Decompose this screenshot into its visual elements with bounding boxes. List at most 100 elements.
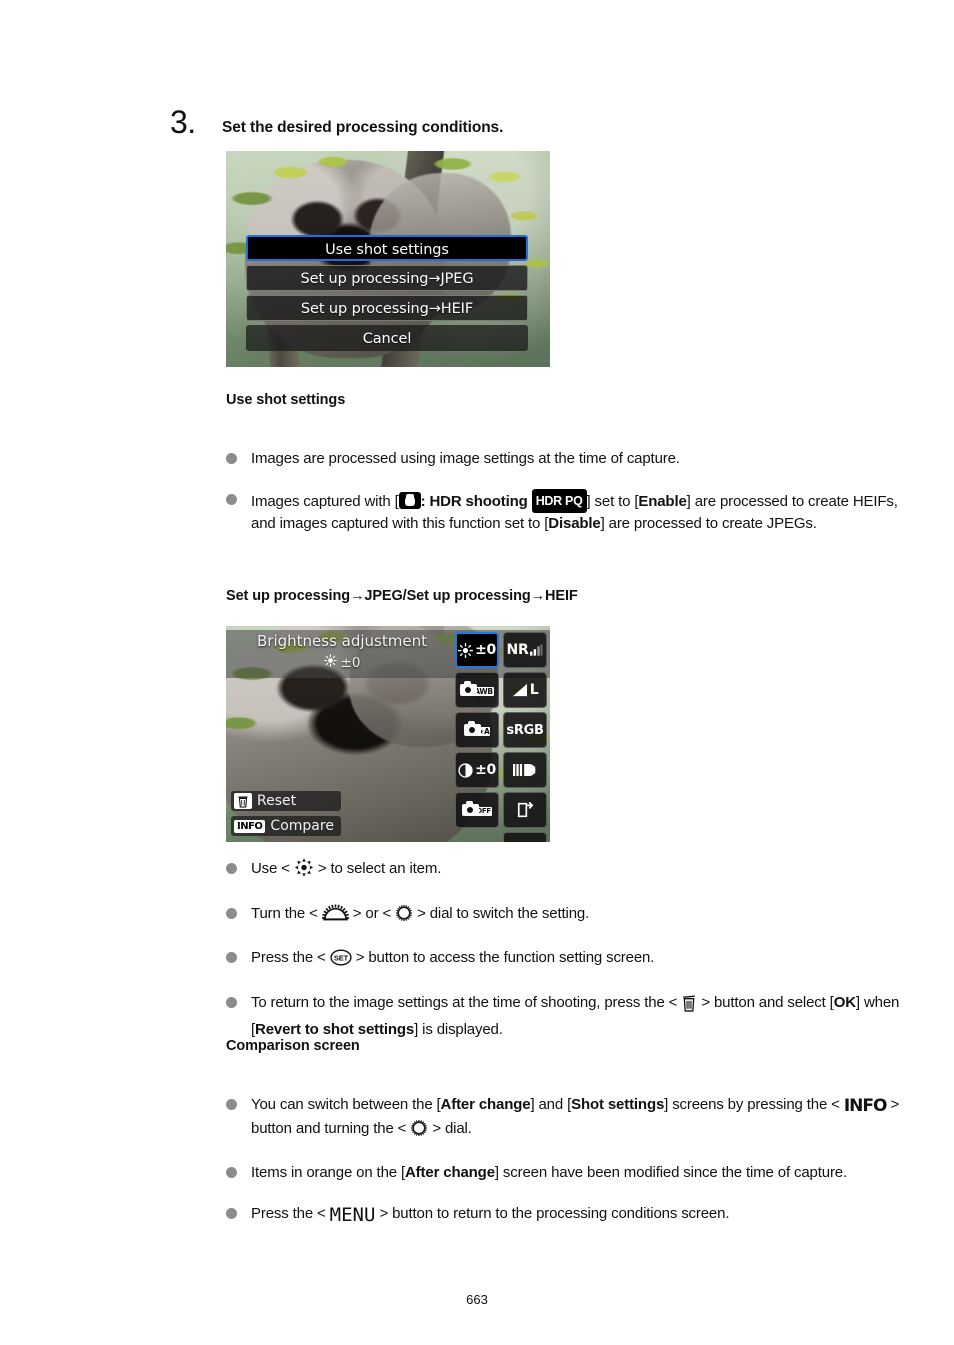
reset-label: Reset [257, 793, 297, 809]
qc-cell-picture-style[interactable]: ★A [455, 712, 499, 748]
bullet-text: Images are processed using image setting… [251, 450, 680, 467]
section-heading-use-shot-settings: Use shot settings [226, 392, 346, 408]
quick-control-title: Brightness adjustment [257, 632, 427, 650]
step-number: 3. [170, 104, 196, 140]
processing-conditions-menu[interactable]: Use shot settings Set up processing→JPEG S… [246, 235, 528, 355]
menu-item-set-up-processing-heif[interactable]: Set up processing→HEIF [246, 295, 528, 321]
info-button-icon: INFO [843, 1096, 888, 1116]
qc-cell-label: NR [506, 642, 529, 658]
hdr-pq-badge: HDR PQ [531, 488, 587, 513]
quick-control-footer: Reset INFO Compare [231, 791, 341, 836]
bullet-dot [226, 453, 237, 464]
bullet-text: Use < > to select an item. [251, 858, 441, 885]
compare-button[interactable]: INFO Compare [231, 816, 341, 836]
emphasis-text: Shot settings [571, 1096, 665, 1113]
bullet-item: Images are processed using image setting… [226, 448, 916, 471]
trash-icon [681, 994, 697, 1020]
quick-control-dial-icon [410, 1119, 428, 1145]
camera-screenshot-quick-control: Brightness adjustment ±0 🔍 ±0NRAWBL★AsRG… [226, 626, 550, 842]
quick-control-dial-icon [395, 904, 413, 930]
main-dial-icon [321, 903, 349, 930]
quick-control-grid[interactable]: ±0 NR AWB L ★A sRGB ±0 OFF [455, 632, 547, 842]
quick-control-value: ±0 [226, 654, 458, 671]
set-button-icon: SET [330, 949, 352, 974]
info-chip-icon: INFO [234, 819, 266, 833]
emphasis-text: Enable [638, 492, 687, 510]
save-icon [517, 802, 534, 818]
bullet-dot [226, 952, 237, 963]
svg-text:SET: SET [334, 954, 349, 963]
emphasis-text: After change [405, 1164, 495, 1181]
emphasis-text: Revert to shot settings [255, 1021, 415, 1038]
camera-screenshot-processing-menu: Use shot settings Set up processing→JPEG S… [226, 151, 550, 367]
quality-fine-large-icon: L [512, 682, 539, 698]
qc-cell-contrast[interactable]: ±0 [455, 752, 499, 788]
bullet-dot [226, 996, 237, 1008]
bullet-item: Images captured with [: HDR shooting HDR… [226, 488, 916, 536]
bullet-text: You can switch between the [After change… [251, 1094, 916, 1144]
bullet-text: Press the < SET > button to access the f… [251, 947, 654, 974]
manual-page: 3. Set the desired processing conditions… [0, 0, 954, 1345]
menu-item-use-shot-settings[interactable]: Use shot settings [246, 235, 528, 261]
qc-cell-lens-aberration-correction[interactable] [503, 752, 547, 788]
bullet-list-comparison-screen: You can switch between the [After change… [226, 1094, 916, 1244]
camera-picture-style-auto-icon: ★A [463, 721, 491, 736]
bullet-dot [226, 863, 237, 874]
emphasis-text: OK [833, 993, 856, 1011]
bullet-list-use-shot-settings: Images are processed using image setting… [226, 448, 916, 554]
emphasis-text: After change [440, 1096, 531, 1113]
qc-cell-dust-delete-data[interactable]: OFF [455, 792, 499, 828]
qc-cell-label: ±0 [475, 642, 496, 658]
bullet-text: Images captured with [: HDR shooting HDR… [251, 488, 916, 536]
bullet-item: Press the < SET > button to access the f… [226, 947, 916, 974]
camera-icon [398, 491, 421, 509]
qc-cell-white-balance[interactable]: AWB [455, 672, 499, 708]
section-heading-set-up-processing: Set up processing→JPEG/Set up processing… [226, 588, 578, 604]
qc-cell-label: ±0 [475, 762, 496, 778]
bullet-dot [226, 907, 237, 919]
qc-cell-label: sRGB [506, 722, 544, 738]
qc-cell-save-image[interactable] [503, 792, 547, 828]
bullet-item: Items in orange on the [After change] sc… [226, 1162, 916, 1185]
qc-cell-noise-reduction[interactable]: NR [503, 632, 547, 668]
qc-cell-blank [455, 832, 499, 842]
brightness-sun-icon [323, 654, 337, 671]
contrast-icon: ±0 [458, 762, 496, 778]
reset-button[interactable]: Reset [231, 791, 341, 811]
lens-correction-icon [513, 763, 537, 777]
bullet-text: To return to the image settings at the t… [251, 993, 900, 1039]
sun-icon: ±0 [458, 642, 496, 658]
bullet-dot [226, 1207, 237, 1219]
trash-icon [234, 793, 252, 809]
multi-controller-icon [294, 858, 314, 885]
bullet-item: Turn the < > or < > dial to switch the s… [226, 903, 916, 930]
srgb-icon: sRGB [506, 723, 543, 738]
bullet-dot [226, 493, 237, 505]
bullet-text: Items in orange on the [After change] sc… [251, 1164, 847, 1181]
bullet-dot [226, 1167, 237, 1178]
bullet-item: Press the < MENU > button to return to t… [226, 1203, 916, 1227]
bullet-item: To return to the image settings at the t… [226, 992, 916, 1042]
menu-item-set-up-processing-jpeg[interactable]: Set up processing→JPEG [246, 265, 528, 291]
nr-bars-icon: NR [507, 642, 544, 658]
camera-off-icon: OFF [462, 801, 492, 816]
bullet-item: You can switch between the [After change… [226, 1094, 916, 1144]
menu-button-icon: MENU [329, 1203, 376, 1226]
compare-label: Compare [270, 818, 334, 834]
return-arrow-icon [515, 842, 535, 843]
camera-awb-icon: AWB [460, 681, 494, 696]
qc-cell-return[interactable] [503, 832, 547, 842]
emphasis-text: : HDR shooting [420, 492, 532, 510]
emphasis-text: Disable [548, 515, 601, 532]
qc-cell-color-space[interactable]: sRGB [503, 712, 547, 748]
step-heading: 3. Set the desired processing conditions… [170, 106, 910, 138]
bullet-dot [226, 1099, 237, 1110]
bullet-list-set-up-processing: Use < > to select an item. Turn the < > o… [226, 858, 916, 1060]
menu-item-cancel[interactable]: Cancel [246, 325, 528, 351]
page-number: 663 [466, 1292, 488, 1307]
qc-cell-image-quality[interactable]: L [503, 672, 547, 708]
section-heading-comparison-screen: Comparison screen [226, 1038, 360, 1054]
brightness-value-text: ±0 [340, 654, 361, 671]
bullet-item: Use < > to select an item. [226, 858, 916, 885]
qc-cell-brightness-adjustment[interactable]: ±0 [455, 632, 499, 668]
